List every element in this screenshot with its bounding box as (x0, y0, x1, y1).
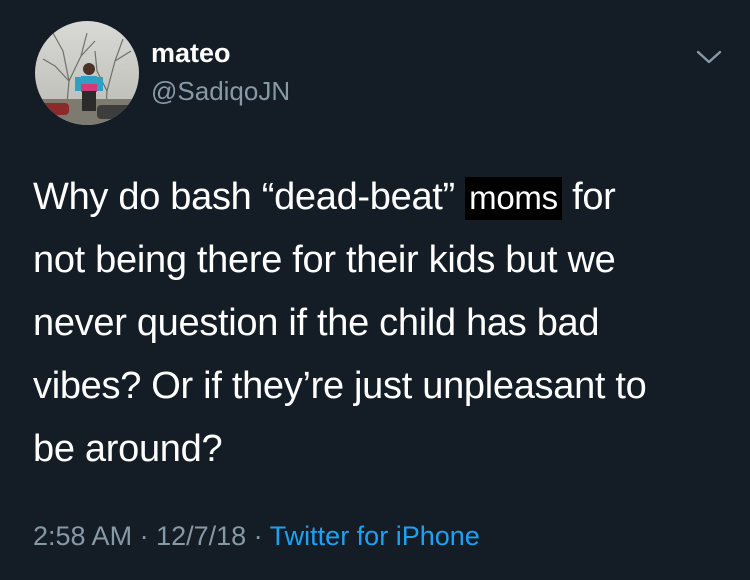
highlighted-word: moms (465, 177, 562, 220)
tweet-text: Why do bash “dead-beat” moms for not bei… (33, 166, 733, 481)
tweet-text-segment: Why do bash “dead-beat” (33, 176, 466, 218)
meta-separator: · (246, 521, 270, 551)
tweet-line: be around? (33, 428, 223, 470)
avatar-photo (35, 21, 139, 125)
chevron-down-icon[interactable] (694, 47, 724, 67)
tweet-date[interactable]: 12/7/18 (156, 521, 246, 551)
tweet-line: not being there for their kids but we (33, 239, 616, 281)
tweet-text-segment: for (561, 176, 616, 218)
display-name[interactable]: mateo (151, 36, 231, 70)
tweet-line: Why do bash “dead-beat” moms for (33, 166, 733, 229)
user-handle[interactable]: @SadiqoJN (151, 75, 290, 107)
meta-separator: · (132, 521, 157, 551)
tweet-line: vibes? Or if they’re just unpleasant to (33, 365, 647, 407)
tweet-line: never question if the child has bad (33, 302, 600, 344)
tweet-card: mateo @SadiqoJN Why do bash “dead-beat” … (0, 0, 750, 580)
tweet-meta: 2:58 AM · 12/7/18 · Twitter for iPhone (33, 518, 480, 554)
tweet-time[interactable]: 2:58 AM (33, 521, 132, 551)
avatar[interactable] (35, 21, 139, 125)
tweet-source-link[interactable]: Twitter for iPhone (270, 521, 480, 551)
